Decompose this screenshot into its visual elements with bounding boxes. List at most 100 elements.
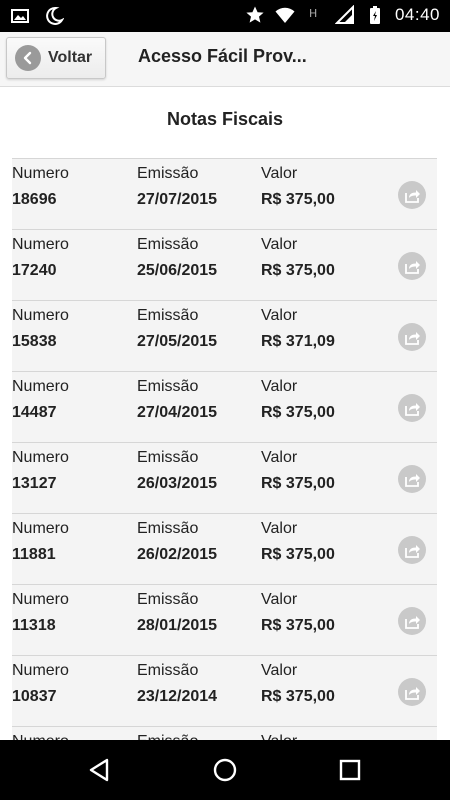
- share-icon[interactable]: [398, 465, 426, 493]
- emissao-value: 26/02/2015: [137, 546, 218, 563]
- valor-label: Valor: [261, 165, 298, 182]
- emissao-label: Emissão: [137, 378, 199, 395]
- numero-label: Numero: [12, 733, 69, 740]
- valor-value: R$ 371,09: [261, 333, 335, 350]
- numero-value: 17240: [12, 262, 57, 279]
- emissao-value: 27/04/2015: [137, 404, 218, 421]
- numero-value: 14487: [12, 404, 57, 421]
- valor-label: Valor: [261, 520, 298, 537]
- emissao-label: Emissão: [137, 733, 198, 740]
- numero-label: Numero: [12, 591, 69, 608]
- numero-label: Numero: [12, 449, 69, 466]
- section-title: Notas Fiscais: [166, 109, 284, 129]
- valor-cell: Valor R$ 375,00: [261, 520, 335, 564]
- back-nav-icon[interactable]: [86, 756, 114, 784]
- valor-value: R$ 375,00: [261, 688, 335, 705]
- valor-value: R$ 375,00: [261, 404, 335, 421]
- valor-cell: Valor R$ 375,00: [261, 378, 335, 422]
- h-signal-icon: H: [305, 5, 325, 25]
- image-icon: [10, 6, 30, 26]
- numero-value: 15838: [12, 333, 57, 350]
- main-content[interactable]: Notas Fiscais Numero 18696 Emissão 27/07/2…: [0, 87, 450, 740]
- numero-label: Numero: [12, 662, 69, 679]
- wifi-icon: [275, 5, 295, 25]
- emissao-value: 26/03/2015: [137, 475, 218, 492]
- emissao-cell: Emissão 26/03/2015: [137, 449, 217, 493]
- numero-label: Numero: [12, 236, 69, 253]
- emissao-cell: Emissão 23/12/2014: [137, 662, 217, 706]
- moon-icon: [44, 6, 64, 26]
- emissao-label: Emissão: [137, 520, 199, 537]
- emissao-label: Emissão: [137, 591, 199, 608]
- emissao-cell: Emissão 25/06/2015: [137, 236, 217, 280]
- numero-value: 11318: [12, 617, 56, 634]
- emissao-cell: Emissão 27/05/2015: [137, 307, 217, 351]
- numero-label: Numero: [12, 165, 69, 182]
- invoice-row[interactable]: Numero 15838 Emissão 27/05/2015 Valor R$ 37…: [12, 300, 437, 371]
- numero-cell: Numero 17240: [12, 236, 69, 280]
- share-icon[interactable]: [398, 394, 426, 422]
- chevron-left-icon: [15, 45, 41, 71]
- numero-cell: Numero 10837: [12, 662, 69, 706]
- numero-label: Numero: [12, 378, 69, 395]
- numero-value: 10837: [12, 688, 57, 705]
- invoice-row[interactable]: Numero 17240 Emissão 25/06/2015 Valor R$ 37…: [12, 229, 437, 300]
- emissao-value: 27/05/2015: [137, 333, 218, 350]
- share-icon[interactable]: [398, 323, 426, 351]
- numero-value: 18696: [12, 191, 57, 208]
- valor-cell: Valor: [261, 733, 297, 740]
- emissao-value: 25/06/2015: [137, 262, 218, 279]
- valor-label: Valor: [261, 449, 298, 466]
- emissao-cell: Emissão 27/04/2015: [137, 378, 217, 422]
- numero-cell: Numero 11318: [12, 591, 69, 635]
- share-icon[interactable]: [398, 678, 426, 706]
- emissao-cell: Emissão 27/07/2015: [137, 165, 217, 209]
- emissao-label: Emissão: [137, 165, 199, 182]
- invoice-row[interactable]: Numero 11318 Emissão 28/01/2015 Valor R$ 37…: [12, 584, 437, 655]
- valor-cell: Valor R$ 375,00: [261, 449, 335, 493]
- valor-value: R$ 375,00: [261, 617, 335, 634]
- valor-label: Valor: [261, 378, 298, 395]
- app-header: Voltar Acesso Fácil Prov...: [0, 32, 450, 87]
- back-button-label: Voltar: [48, 49, 93, 66]
- star-icon: [245, 5, 265, 25]
- invoice-row[interactable]: Numero 18696 Emissão 27/07/2015 Valor R$ 37…: [12, 158, 437, 229]
- invoice-row[interactable]: Numero 14487 Emissão 27/04/2015 Valor R$ 37…: [12, 371, 437, 442]
- status-bar-right: H 04:40: [245, 5, 440, 25]
- numero-label: Numero: [12, 307, 69, 324]
- numero-value: 13127: [12, 475, 57, 492]
- valor-cell: Valor R$ 375,00: [261, 662, 335, 706]
- numero-cell: Numero 15838: [12, 307, 69, 351]
- battery-icon: [365, 5, 385, 25]
- invoice-row[interactable]: Numero Emissão Valor: [12, 726, 437, 740]
- emissao-label: Emissão: [137, 662, 199, 679]
- numero-label: Numero: [12, 520, 69, 537]
- cellular-icon: [334, 5, 355, 25]
- share-icon[interactable]: [398, 607, 426, 635]
- emissao-value: 23/12/2014: [137, 688, 218, 705]
- valor-cell: Valor R$ 375,00: [261, 236, 335, 280]
- invoice-row[interactable]: Numero 10837 Emissão 23/12/2014 Valor R$ 37…: [12, 655, 437, 726]
- home-nav-icon[interactable]: [211, 756, 239, 784]
- status-bar-left: [10, 6, 64, 26]
- emissao-label: Emissão: [137, 449, 199, 466]
- valor-cell: Valor R$ 375,00: [261, 591, 335, 635]
- share-icon[interactable]: [398, 181, 426, 209]
- valor-label: Valor: [261, 307, 298, 324]
- emissao-cell: Emissão 28/01/2015: [137, 591, 217, 635]
- invoice-row[interactable]: Numero 11881 Emissão 26/02/2015 Valor R$ 37…: [12, 513, 437, 584]
- page-title: Acesso Fácil Prov...: [138, 46, 307, 66]
- valor-value: R$ 375,00: [261, 546, 335, 563]
- invoice-row[interactable]: Numero 13127 Emissão 26/03/2015 Valor R$ 37…: [12, 442, 437, 513]
- svg-text:H: H: [309, 7, 317, 20]
- emissao-value: 27/07/2015: [137, 191, 218, 208]
- valor-value: R$ 375,00: [261, 191, 335, 208]
- back-button[interactable]: Voltar: [6, 37, 106, 79]
- numero-cell: Numero 14487: [12, 378, 69, 422]
- share-icon[interactable]: [398, 252, 426, 280]
- valor-label: Valor: [261, 733, 297, 740]
- valor-label: Valor: [261, 236, 298, 253]
- emissao-label: Emissão: [137, 236, 199, 253]
- recents-nav-icon[interactable]: [336, 756, 364, 784]
- share-icon[interactable]: [398, 536, 426, 564]
